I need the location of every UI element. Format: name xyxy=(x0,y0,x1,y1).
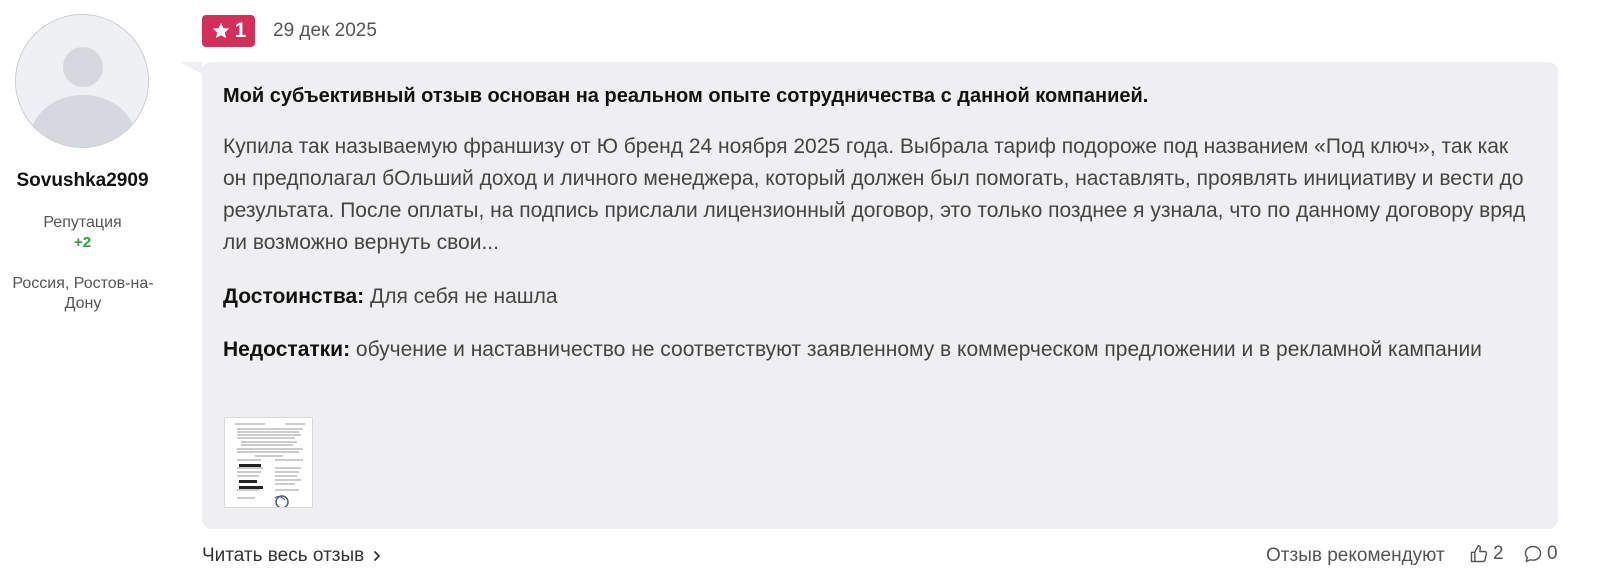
star-icon xyxy=(212,22,229,39)
chevron-right-icon xyxy=(374,551,381,561)
read-full-review-link[interactable]: Читать весь отзыв xyxy=(202,545,382,567)
author-location: Россия, Ростов-на-Дону xyxy=(12,275,154,312)
comments-count: 0 xyxy=(1547,543,1558,564)
likes-count: 2 xyxy=(1493,543,1504,564)
rating-badge: 1 xyxy=(202,15,255,47)
comment-bubble-icon xyxy=(1524,545,1542,563)
default-user-avatar-icon xyxy=(16,15,148,147)
pros-text: Для себя не нашла xyxy=(370,285,558,308)
attachment-thumbnail[interactable] xyxy=(224,417,313,508)
like-button[interactable]: 2 xyxy=(1469,543,1504,565)
cons-text: обучение и наставничество не соответству… xyxy=(355,338,1482,361)
rating-value: 1 xyxy=(234,19,247,42)
pros-label: Достоинства: xyxy=(223,285,365,308)
review-title[interactable]: Мой субъективный отзыв основан на реальн… xyxy=(223,85,1523,108)
avatar[interactable] xyxy=(15,14,149,148)
reputation-label: Репутация xyxy=(43,214,122,231)
review-card: Мой субъективный отзыв основан на реальн… xyxy=(180,62,1558,529)
cons-label: Недостатки: xyxy=(223,338,351,361)
document-scan-image xyxy=(225,418,312,507)
reputation-value: +2 xyxy=(73,234,92,251)
review-body: Купила так называемую франшизу от Ю брен… xyxy=(223,135,1526,254)
review-cons: Недостатки: обучение и наставничество не… xyxy=(223,334,1533,366)
author-username[interactable]: Sovushka2909 xyxy=(0,170,165,192)
comments-button[interactable]: 0 xyxy=(1523,543,1558,565)
read-more-label: Читать весь отзыв xyxy=(202,545,365,566)
recommend-label: Отзыв рекомендуют xyxy=(1266,545,1445,566)
review-date: 29 дек 2025 xyxy=(273,20,377,41)
thumbs-up-icon xyxy=(1470,544,1488,563)
review-pros: Достоинства: Для себя не нашла xyxy=(223,281,1533,313)
